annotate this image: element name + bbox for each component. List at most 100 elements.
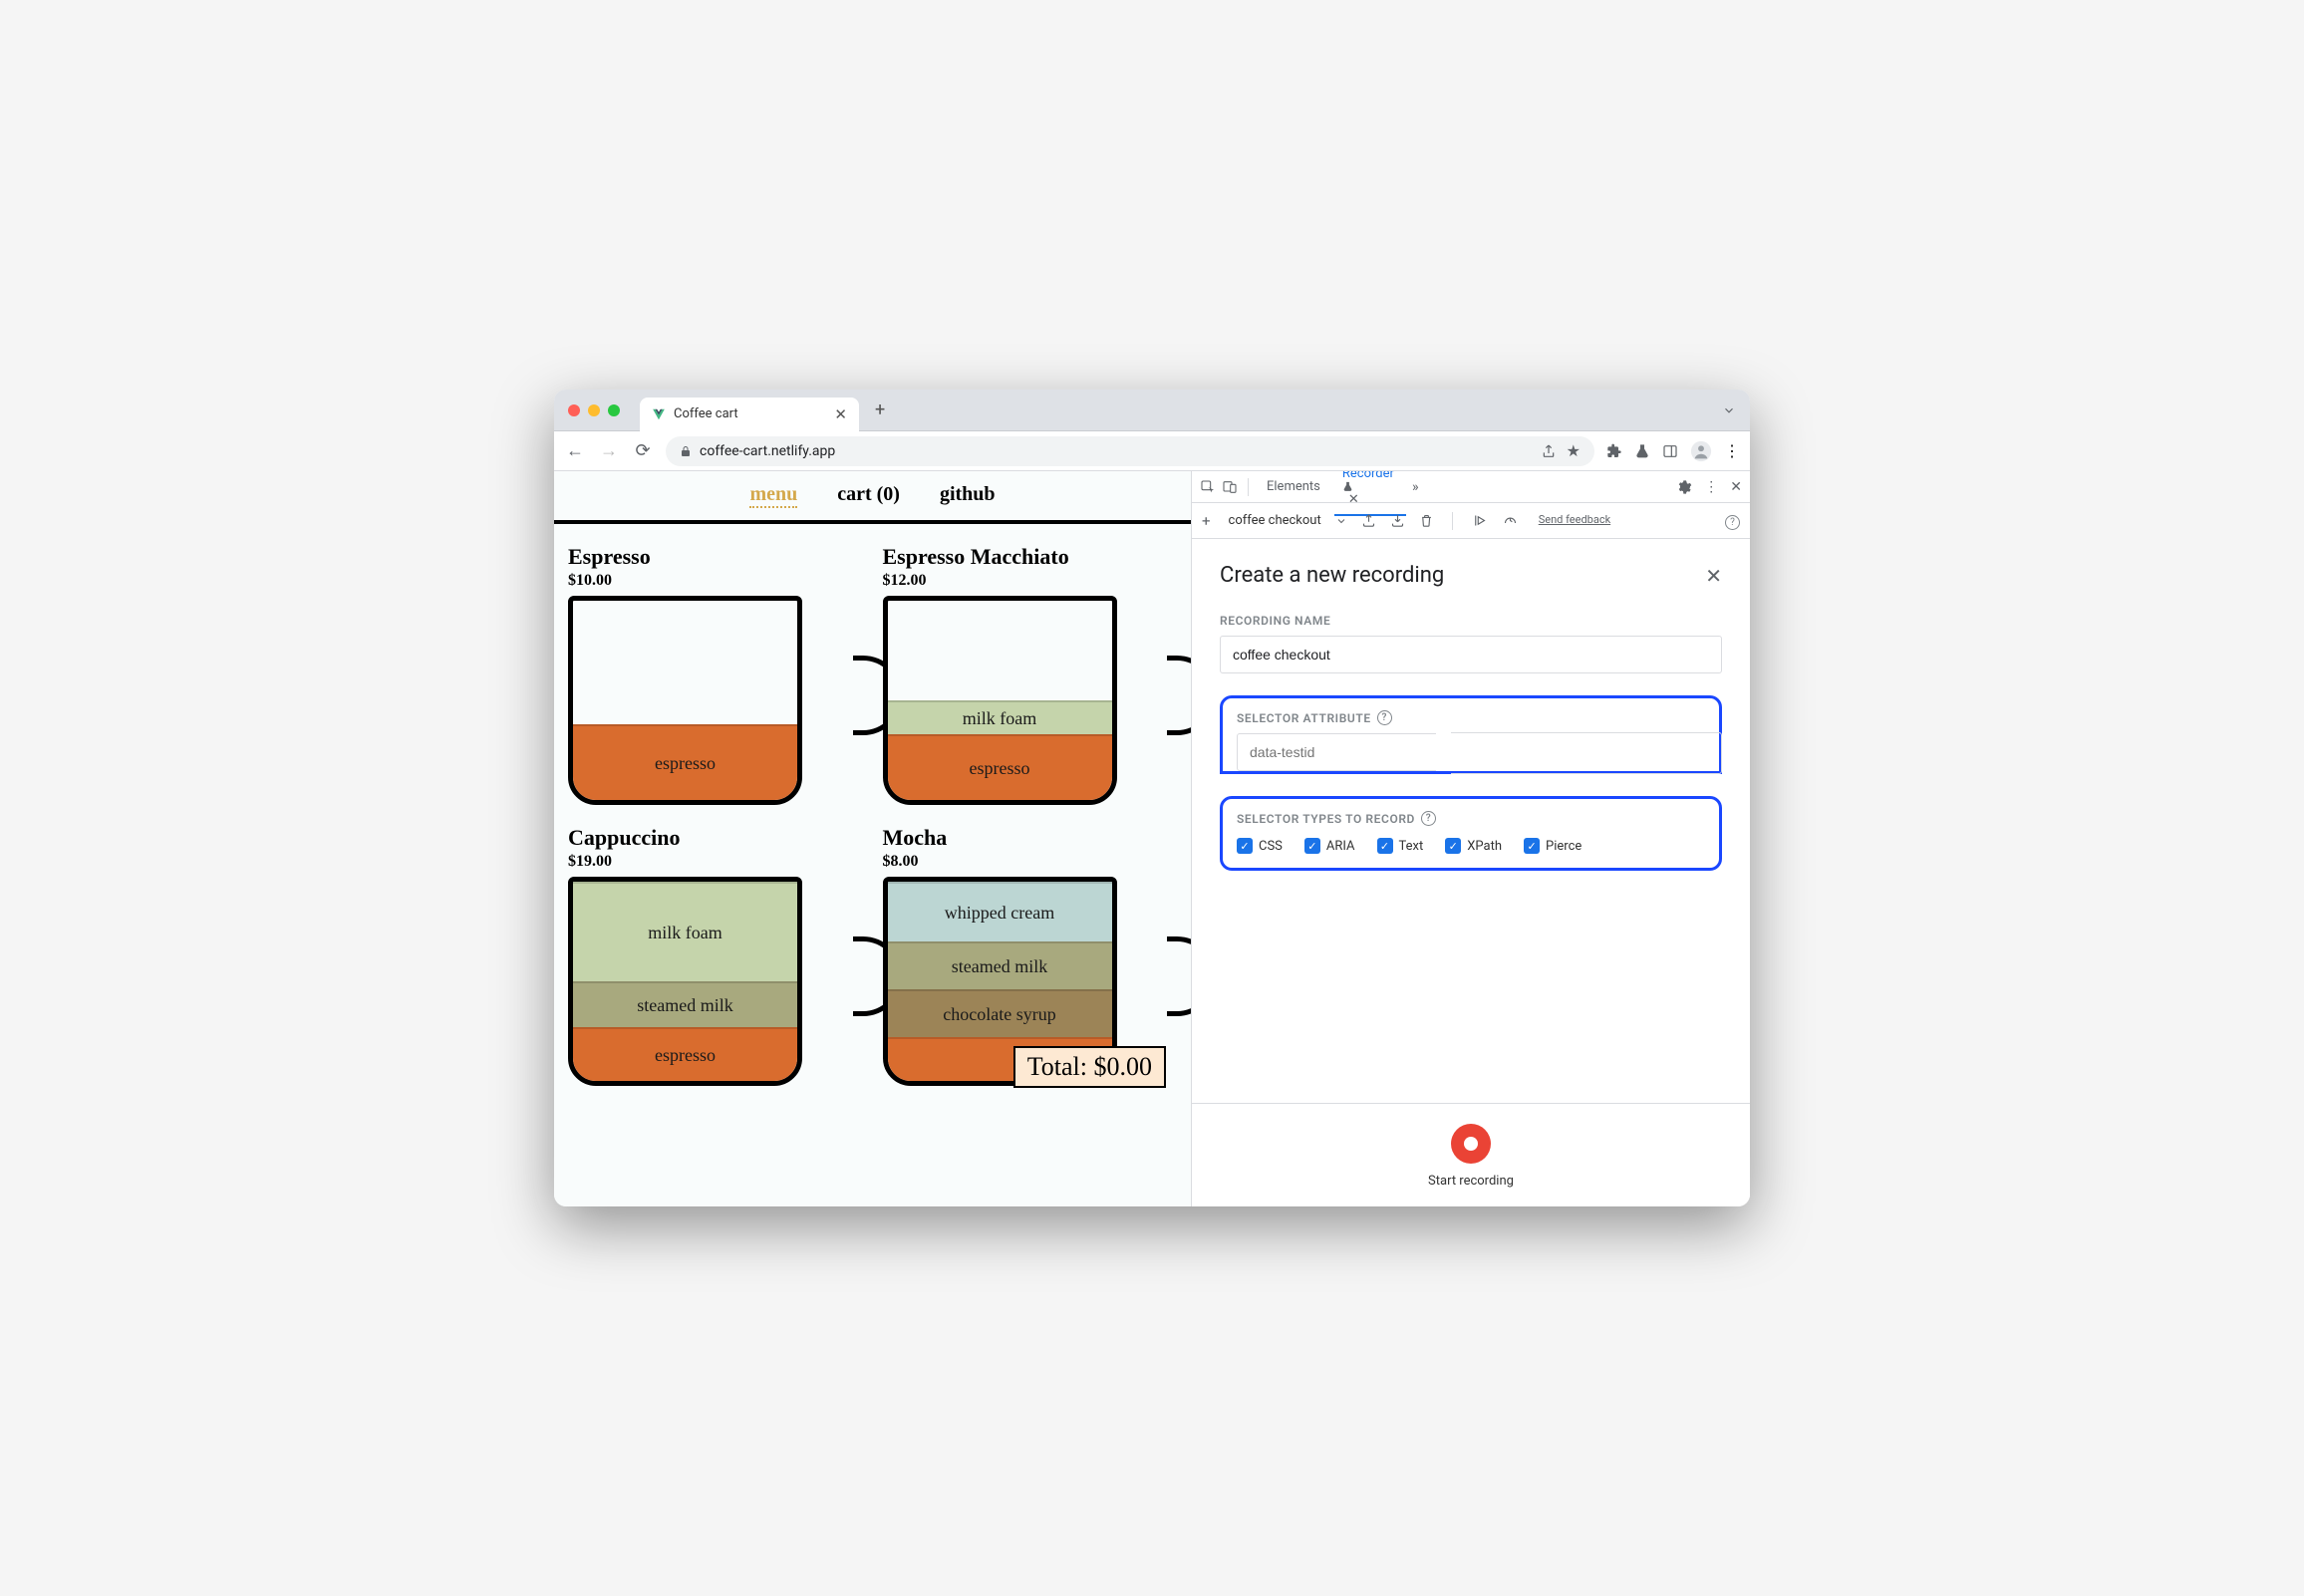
current-recording-name[interactable]: coffee checkout [1229, 513, 1321, 528]
vue-favicon-icon [652, 407, 666, 421]
product-grid: Espresso $10.00 espresso Espresso Macchi… [554, 524, 1191, 1100]
start-recording-button[interactable] [1451, 1124, 1491, 1164]
tab-title: Coffee cart [674, 406, 738, 421]
export-icon[interactable] [1361, 513, 1376, 528]
help-icon[interactable]: ? [1377, 710, 1392, 725]
checkbox-aria[interactable]: ✓ARIA [1304, 838, 1355, 854]
omnibox[interactable]: coffee-cart.netlify.app ★ [666, 436, 1594, 466]
cup-handle [1167, 936, 1192, 1016]
inspect-element-icon[interactable] [1200, 479, 1216, 495]
web-page: menu cart (0) github Espresso $10.00 esp… [554, 471, 1192, 1206]
product-price: $8.00 [883, 853, 1178, 871]
recording-name-input[interactable] [1220, 636, 1722, 673]
layer-espresso: espresso [573, 1027, 797, 1081]
device-toolbar-icon[interactable] [1222, 479, 1238, 495]
cup-illustration: espresso steamed milk milk foam [568, 877, 802, 1086]
product-card[interactable]: Espresso $10.00 espresso [568, 544, 863, 805]
settings-gear-icon[interactable] [1676, 479, 1692, 495]
devtools-menu-button[interactable]: ⋮ [1704, 479, 1718, 495]
tab-close-button[interactable]: ✕ [834, 405, 847, 423]
extensions-icon[interactable] [1606, 443, 1622, 459]
label-selector-types: SELECTOR TYPES TO RECORD ? [1237, 811, 1705, 826]
send-feedback-link[interactable]: Send feedback [1539, 514, 1610, 526]
recorder-footer: Start recording [1192, 1103, 1750, 1206]
cup-illustration: espresso [568, 596, 802, 805]
layer-espresso: espresso [888, 734, 1112, 800]
url-text: coffee-cart.netlify.app [700, 443, 835, 459]
nav-github[interactable]: github [940, 483, 996, 508]
start-recording-label: Start recording [1428, 1174, 1514, 1189]
product-price: $12.00 [883, 572, 1178, 590]
content-split: menu cart (0) github Espresso $10.00 esp… [554, 471, 1750, 1206]
total-badge[interactable]: Total: $0.00 [1013, 1046, 1166, 1088]
tabs-dropdown-button[interactable] [1722, 403, 1736, 417]
checkbox-xpath[interactable]: ✓XPath [1445, 838, 1502, 854]
site-nav: menu cart (0) github [554, 471, 1191, 524]
layer-milk-foam: milk foam [888, 700, 1112, 734]
help-icon[interactable]: ? [1725, 511, 1740, 530]
selector-types-section: SELECTOR TYPES TO RECORD ? ✓CSS ✓ARIA ✓T… [1220, 796, 1722, 871]
checkbox-text[interactable]: ✓Text [1377, 838, 1424, 854]
devtools-close-button[interactable]: ✕ [1730, 479, 1742, 495]
product-name: Espresso [568, 544, 863, 570]
devtools-panel: Elements Recorder ✕ » ⋮ ✕ [1192, 471, 1750, 1206]
recorder-toolbar: + coffee checkout [1192, 503, 1750, 539]
chevron-down-icon[interactable] [1335, 515, 1347, 527]
chrome-menu-button[interactable]: ⋮ [1724, 441, 1740, 460]
minimize-window-button[interactable] [588, 404, 600, 416]
layer-steamed-milk: steamed milk [573, 981, 797, 1027]
tab-elements[interactable]: Elements [1259, 472, 1328, 501]
url-bar: ← → ⟳ coffee-cart.netlify.app ★ [554, 431, 1750, 471]
new-tab-button[interactable]: + [875, 399, 885, 420]
performance-icon[interactable] [1502, 513, 1519, 528]
replay-icon[interactable] [1471, 513, 1488, 528]
delete-icon[interactable] [1419, 513, 1434, 528]
product-price: $10.00 [568, 572, 863, 590]
dialog-close-button[interactable]: ✕ [1705, 564, 1722, 588]
checkbox-pierce[interactable]: ✓Pierce [1524, 838, 1582, 854]
bookmark-star-icon[interactable]: ★ [1567, 441, 1581, 460]
browser-tab[interactable]: Coffee cart ✕ [640, 398, 859, 431]
devtools-tabstrip: Elements Recorder ✕ » ⋮ ✕ [1192, 471, 1750, 503]
label-recording-name: RECORDING NAME [1220, 614, 1722, 628]
product-name: Mocha [883, 825, 1178, 851]
omnibox-actions: ★ [1541, 441, 1581, 460]
cup-illustration: espresso milk foam [883, 596, 1117, 805]
checkbox-css[interactable]: ✓CSS [1237, 838, 1283, 854]
product-name: Cappuccino [568, 825, 863, 851]
back-button[interactable]: ← [564, 440, 586, 461]
nav-cart[interactable]: cart (0) [837, 483, 900, 508]
dialog-heading: Create a new recording [1220, 563, 1444, 588]
import-icon[interactable] [1390, 513, 1405, 528]
selector-attribute-extension [1451, 732, 1722, 774]
selector-types-checks: ✓CSS ✓ARIA ✓Text ✓XPath ✓Pierce [1237, 838, 1705, 854]
dialog-heading-row: Create a new recording ✕ [1220, 563, 1722, 588]
share-icon[interactable] [1541, 443, 1557, 459]
layer-chocolate-syrup: chocolate syrup [888, 989, 1112, 1037]
product-name: Espresso Macchiato [883, 544, 1178, 570]
new-recording-button[interactable]: + [1202, 512, 1211, 530]
forward-button[interactable]: → [598, 440, 620, 461]
more-tabs-button[interactable]: » [1412, 479, 1419, 495]
flask-icon [1342, 481, 1398, 492]
label-selector-attribute: SELECTOR ATTRIBUTE ? [1237, 710, 1705, 725]
profile-icon[interactable] [1690, 440, 1712, 462]
product-price: $19.00 [568, 853, 863, 871]
close-window-button[interactable] [568, 404, 580, 416]
nav-menu[interactable]: menu [749, 483, 797, 508]
maximize-window-button[interactable] [608, 404, 620, 416]
reload-button[interactable]: ⟳ [632, 440, 654, 461]
labs-icon[interactable] [1634, 443, 1650, 459]
browser-window: Coffee cart ✕ + ← → ⟳ coffee-cart.netlif… [554, 390, 1750, 1206]
window-controls [568, 404, 620, 416]
product-card[interactable]: Espresso Macchiato $12.00 espresso milk … [883, 544, 1178, 805]
layer-espresso: espresso [573, 724, 797, 800]
layer-milk-foam: milk foam [573, 882, 797, 981]
side-panel-icon[interactable] [1662, 443, 1678, 459]
product-card[interactable]: Cappuccino $19.00 espresso steamed milk … [568, 825, 863, 1086]
layer-steamed-milk: steamed milk [888, 941, 1112, 989]
help-icon[interactable]: ? [1421, 811, 1436, 826]
lock-icon [680, 445, 692, 457]
titlebar: Coffee cart ✕ + [554, 390, 1750, 431]
selector-attribute-input[interactable] [1237, 733, 1436, 771]
